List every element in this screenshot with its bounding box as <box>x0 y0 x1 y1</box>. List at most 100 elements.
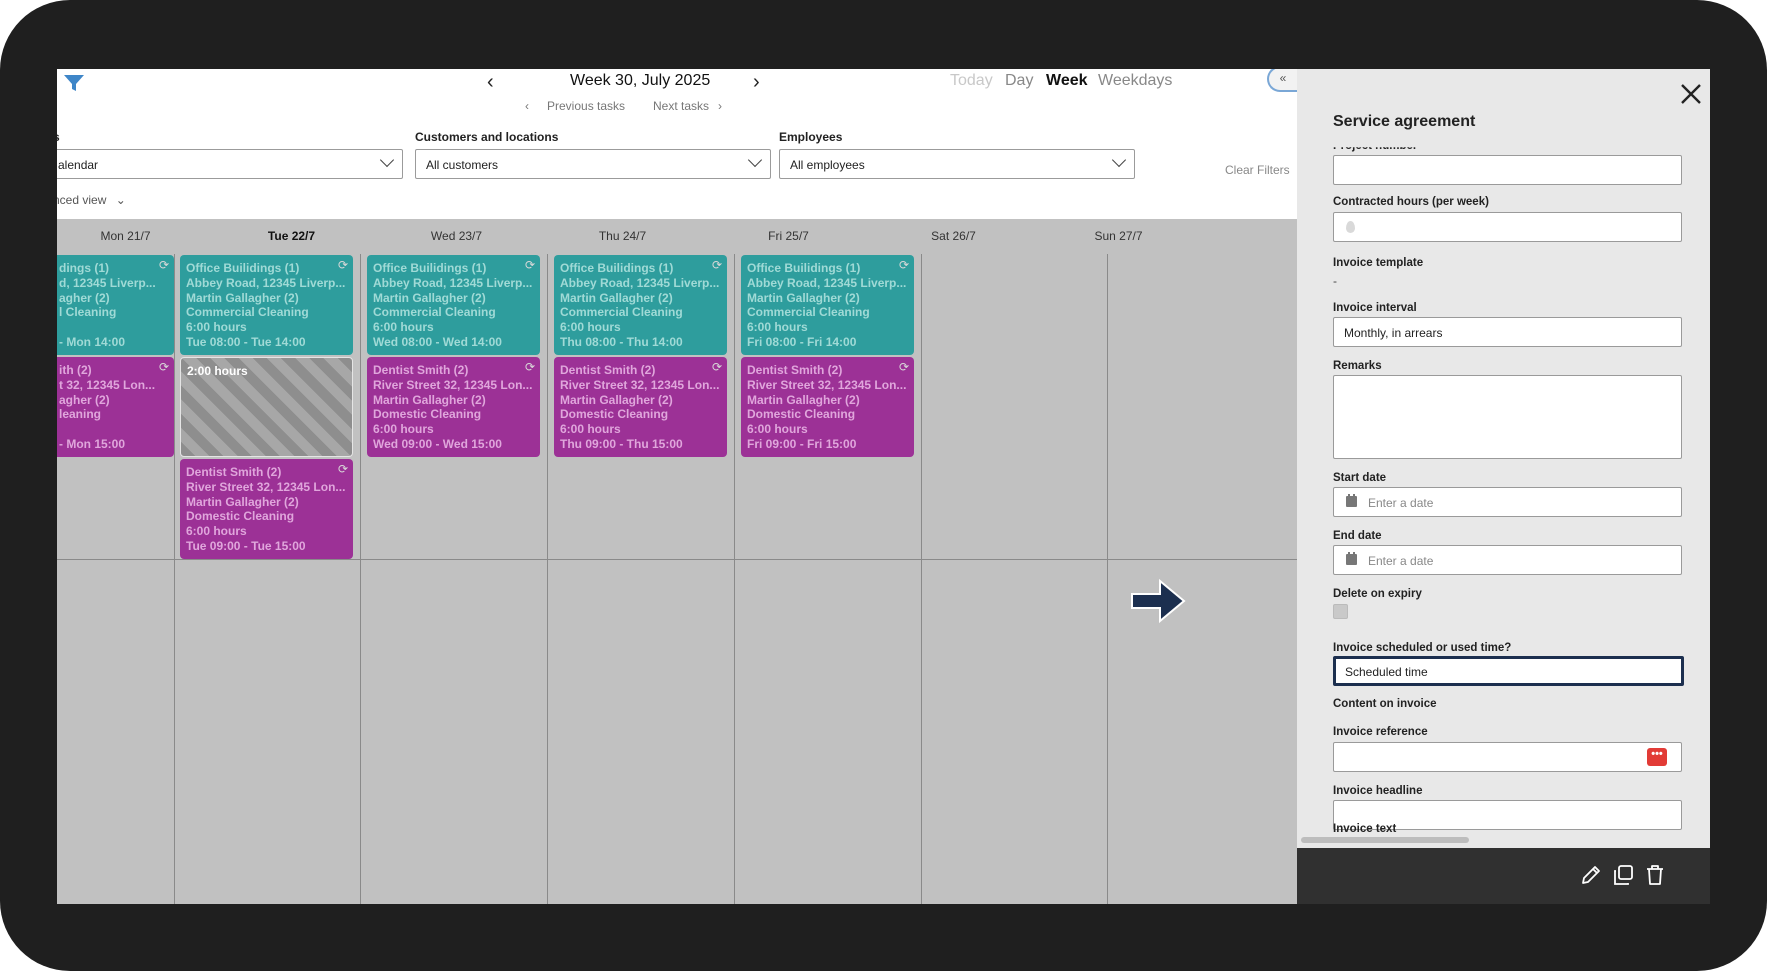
delete-on-expiry-checkbox[interactable] <box>1333 604 1348 619</box>
day-header-mon: Mon 21/7 <box>100 229 151 243</box>
repeat-icon: ⟳ <box>337 258 348 272</box>
grid-divider <box>734 254 735 904</box>
day-header-tue: Tue 22/7 <box>267 229 316 243</box>
end-date-field[interactable]: Enter a date <box>1333 545 1682 575</box>
invoice-reference-field[interactable]: ••• <box>1333 742 1682 772</box>
filter-icon[interactable] <box>63 73 85 93</box>
view-today[interactable]: Today <box>950 72 993 90</box>
invoice-reference-label: Invoice reference <box>1333 726 1428 738</box>
event-line: Martin Gallagher (2) <box>747 290 860 305</box>
start-date-field[interactable]: Enter a date <box>1333 487 1682 517</box>
advanced-view-toggle[interactable]: nced view ⌄ <box>57 193 126 207</box>
event-line: Martin Gallagher (2) <box>186 290 299 305</box>
collapse-panel-button[interactable]: « <box>1267 69 1297 92</box>
event-line: Abbey Road, 12345 Liverp... <box>373 275 533 290</box>
repeat-icon: ⟳ <box>337 462 348 476</box>
start-date-label: Start date <box>1333 472 1387 484</box>
event-line: River Street 32, 12345 Lon... <box>747 377 907 392</box>
event-line: agher (2) <box>59 392 110 407</box>
event-line: dings (1) <box>59 261 109 275</box>
panel-title: Service agreement <box>1333 113 1476 130</box>
edit-icon[interactable] <box>1579 863 1603 887</box>
customers-select[interactable]: All customers <box>415 149 771 179</box>
next-tasks-link[interactable]: Next tasks <box>653 99 709 113</box>
grid-divider <box>1107 254 1108 904</box>
panel-toolbar <box>1297 848 1710 904</box>
event-fri-dentist[interactable]: ⟳ Dentist Smith (2) River Street 32, 123… <box>741 357 914 457</box>
chevron-down-icon <box>1111 152 1127 168</box>
next-tasks-arrow[interactable]: › <box>718 99 722 113</box>
event-line: Martin Gallagher (2) <box>373 290 486 305</box>
next-week-button[interactable]: › <box>753 71 760 94</box>
horizontal-scrollbar[interactable] <box>1301 837 1469 843</box>
close-icon[interactable] <box>1678 81 1704 107</box>
previous-tasks-arrow[interactable]: ‹ <box>525 99 529 113</box>
grid-divider <box>547 254 548 904</box>
event-line: Commercial Cleaning <box>186 305 309 320</box>
view-day[interactable]: Day <box>1005 72 1033 90</box>
grid-divider <box>921 254 922 904</box>
invoice-text-label: Invoice text <box>1333 823 1397 835</box>
day-header-wed: Wed 23/7 <box>430 229 483 243</box>
event-fri-office[interactable]: ⟳ Office Builidings (1) Abbey Road, 1234… <box>741 255 914 355</box>
event-line: 6:00 hours <box>560 422 621 437</box>
delete-icon[interactable] <box>1643 863 1667 887</box>
view-week[interactable]: Week <box>1046 72 1088 90</box>
invoice-template-value: - <box>1333 274 1337 288</box>
event-line: Domestic Cleaning <box>747 407 856 422</box>
day-header-fri: Fri 25/7 <box>768 229 809 243</box>
previous-week-button[interactable]: ‹ <box>487 71 494 94</box>
start-date-placeholder: Enter a date <box>1368 496 1434 510</box>
contracted-hours-field[interactable] <box>1333 212 1682 242</box>
event-line: Martin Gallagher (2) <box>373 392 486 407</box>
project-number-field[interactable] <box>1333 155 1682 185</box>
event-line: - Mon 14:00 <box>59 334 126 349</box>
calendar-icon <box>1346 494 1357 507</box>
invoice-interval-value: Monthly, in arrears <box>1344 326 1443 340</box>
event-line: Abbey Road, 12345 Liverp... <box>186 275 346 290</box>
contracted-hours-label: Contracted hours (per week) <box>1333 196 1489 208</box>
view-weekdays[interactable]: Weekdays <box>1098 72 1172 90</box>
event-line: 6:00 hours <box>373 320 434 335</box>
previous-tasks-link[interactable]: Previous tasks <box>547 99 625 113</box>
event-tue-dentist[interactable]: ⟳ Dentist Smith (2) River Street 32, 123… <box>180 459 353 559</box>
event-line: Abbey Road, 12345 Liverp... <box>747 275 907 290</box>
invoice-time-select[interactable]: Scheduled time <box>1333 656 1684 686</box>
repeat-icon: ⟳ <box>711 360 722 374</box>
event-line: - Mon 15:00 <box>59 436 126 451</box>
event-line: Tue 08:00 - Tue 14:00 <box>186 334 306 349</box>
calendar-filter-label: s <box>57 130 60 144</box>
event-line: Dentist Smith (2) <box>186 465 282 479</box>
event-mon-dentist[interactable]: ⟳ ith (2) t 32, 12345 Lon... agher (2) l… <box>57 357 174 457</box>
event-line: 6:00 hours <box>560 320 621 335</box>
invoice-interval-field[interactable]: Monthly, in arrears <box>1333 317 1682 347</box>
event-wed-office[interactable]: ⟳ Office Builidings (1) Abbey Road, 1234… <box>367 255 540 355</box>
event-tue-office[interactable]: ⟳ Office Builidings (1) Abbey Road, 1234… <box>180 255 353 355</box>
event-wed-dentist[interactable]: ⟳ Dentist Smith (2) River Street 32, 123… <box>367 357 540 457</box>
reference-options-button[interactable]: ••• <box>1647 748 1667 766</box>
invoice-time-label: Invoice scheduled or used time? <box>1333 642 1512 654</box>
employees-select[interactable]: All employees <box>779 149 1135 179</box>
event-thu-dentist[interactable]: ⟳ Dentist Smith (2) River Street 32, 123… <box>554 357 727 457</box>
event-line: d, 12345 Liverp... <box>59 275 156 290</box>
event-line: Fri 09:00 - Fri 15:00 <box>747 436 857 451</box>
calendar-select[interactable]: alendar <box>57 149 403 179</box>
event-line: t 32, 12345 Lon... <box>59 377 156 392</box>
event-line: Martin Gallagher (2) <box>747 392 860 407</box>
event-thu-office[interactable]: ⟳ Office Builidings (1) Abbey Road, 1234… <box>554 255 727 355</box>
event-mon-office[interactable]: ⟳ dings (1) d, 12345 Liverp... agher (2)… <box>57 255 174 355</box>
invoice-interval-label: Invoice interval <box>1333 302 1417 314</box>
copy-icon[interactable] <box>1611 863 1635 887</box>
event-tue-gap[interactable]: 2:00 hours <box>180 357 353 457</box>
calendar-select-value: alendar <box>58 158 99 172</box>
clear-filters-link[interactable]: Clear Filters <box>1225 163 1290 177</box>
event-line <box>57 320 168 335</box>
event-line: Domestic Cleaning <box>186 509 295 524</box>
week-grid: Mon 21/7 Tue 22/7 Wed 23/7 Thu 24/7 Fri … <box>57 219 1297 904</box>
event-line: Domestic Cleaning <box>560 407 669 422</box>
remarks-textarea[interactable] <box>1333 375 1682 459</box>
event-line: Office Builidings (1) <box>747 261 861 275</box>
event-line: ith (2) <box>59 363 92 377</box>
end-date-placeholder: Enter a date <box>1368 554 1434 568</box>
event-line: 6:00 hours <box>373 422 434 437</box>
